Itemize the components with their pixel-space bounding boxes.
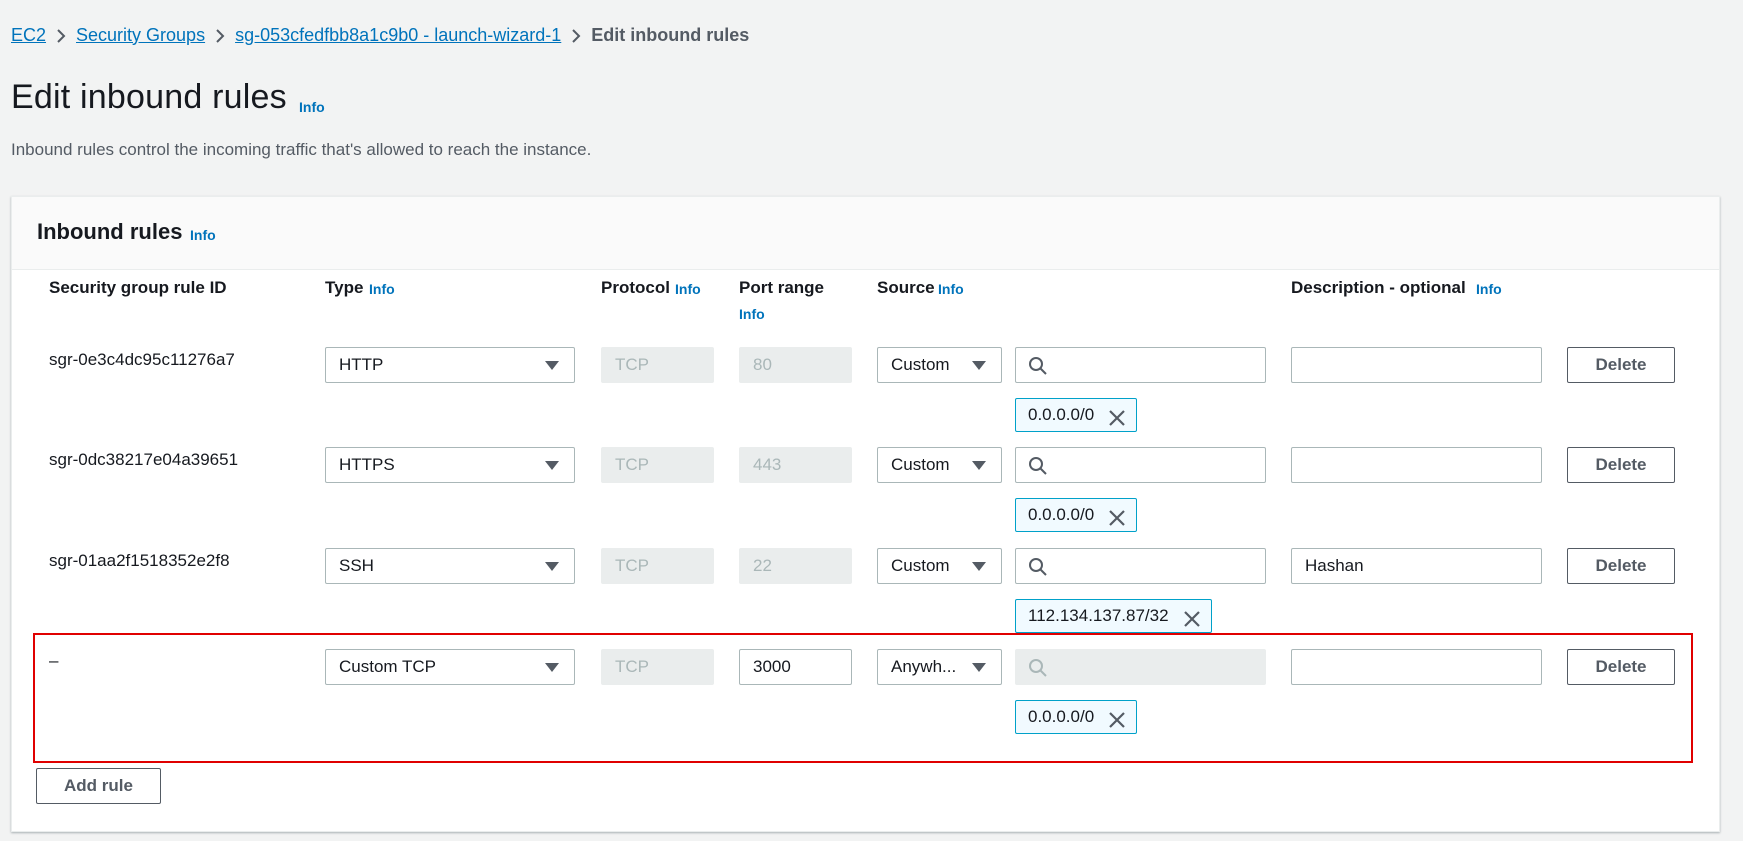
panel-title: Inbound rules [37, 219, 183, 244]
description-input[interactable] [1291, 347, 1542, 383]
caret-down-icon [545, 361, 559, 370]
protocol-field: TCP [601, 447, 714, 483]
type-info-link[interactable]: Info [369, 281, 395, 297]
page-title: Edit inbound rules [11, 78, 287, 116]
breadcrumb-ec2[interactable]: EC2 [11, 25, 46, 46]
type-select[interactable]: HTTP [325, 347, 575, 383]
page-title-info-link[interactable]: Info [299, 99, 325, 115]
breadcrumb-security-groups[interactable]: Security Groups [76, 25, 205, 46]
breadcrumb-security-group[interactable]: sg-053cfedfbb8a1c9b0 - launch-wizard-1 [235, 25, 561, 46]
cidr-token-label: 0.0.0.0/0 [1028, 505, 1095, 524]
type-select-value: HTTPS [339, 455, 395, 474]
description-info-link[interactable]: Info [1476, 281, 1502, 297]
source-select[interactable]: Custom [877, 447, 1002, 483]
caret-down-icon [545, 562, 559, 571]
cidr-token-label: 0.0.0.0/0 [1028, 405, 1095, 424]
panel-info-link[interactable]: Info [190, 227, 216, 243]
description-input[interactable] [1291, 447, 1542, 483]
search-icon [1028, 356, 1048, 381]
search-icon [1028, 557, 1048, 582]
type-select[interactable]: HTTPS [325, 447, 575, 483]
cidr-token: 0.0.0.0/0 [1015, 398, 1138, 432]
type-select[interactable]: SSH [325, 548, 575, 584]
delete-button[interactable]: Delete [1567, 347, 1675, 383]
protocol-field: TCP [601, 347, 714, 383]
rule-id: sgr-01aa2f1518352e2f8 [49, 551, 230, 570]
highlight-box [33, 633, 1693, 763]
column-header-description: Description - optional [1291, 278, 1466, 297]
port-range-field: 443 [739, 447, 852, 483]
caret-down-icon [972, 361, 986, 370]
column-header-rule-id: Security group rule ID [49, 278, 227, 297]
chevron-right-icon [561, 25, 591, 46]
port-range-field: 80 [739, 347, 852, 383]
breadcrumb: EC2 Security Groups sg-053cfedfbb8a1c9b0… [11, 22, 749, 48]
search-icon [1028, 456, 1048, 481]
cidr-search-input[interactable] [1015, 347, 1266, 383]
caret-down-icon [545, 461, 559, 470]
delete-button[interactable]: Delete [1567, 548, 1675, 584]
cidr-search-input[interactable] [1015, 447, 1266, 483]
column-header-port-range: Port range [739, 278, 825, 297]
type-select-value: HTTP [339, 355, 384, 374]
protocol-field: TCP [601, 548, 714, 584]
protocol-info-link[interactable]: Info [675, 281, 701, 297]
close-icon[interactable] [1108, 406, 1126, 438]
caret-down-icon [972, 562, 986, 571]
cidr-token: 112.134.137.87/32 [1015, 599, 1212, 633]
page-description: Inbound rules control the incoming traff… [11, 140, 592, 159]
source-select[interactable]: Custom [877, 548, 1002, 584]
caret-down-icon [972, 461, 986, 470]
panel-header: Inbound rules Info [12, 197, 1719, 270]
chevron-right-icon [205, 25, 235, 46]
source-select-value: Custom [891, 556, 950, 575]
cidr-token-label: 112.134.137.87/32 [1028, 606, 1169, 625]
source-select-value: Custom [891, 455, 950, 474]
add-rule-button[interactable]: Add rule [36, 768, 161, 804]
port-range-field: 22 [739, 548, 852, 584]
delete-button[interactable]: Delete [1567, 447, 1675, 483]
source-select[interactable]: Custom [877, 347, 1002, 383]
type-select-value: SSH [339, 556, 374, 575]
breadcrumb-current: Edit inbound rules [591, 24, 750, 45]
chevron-right-icon [46, 25, 76, 46]
column-header-source: Source [877, 278, 935, 297]
rule-id: sgr-0dc38217e04a39651 [49, 450, 239, 469]
column-header-protocol: Protocol [601, 278, 670, 297]
description-input[interactable]: Hashan [1291, 548, 1542, 584]
source-info-link[interactable]: Info [938, 281, 964, 297]
close-icon[interactable] [1108, 506, 1126, 538]
port-range-info-link[interactable]: Info [739, 306, 765, 322]
rule-id: sgr-0e3c4dc95c11276a7 [49, 350, 235, 369]
column-header-type: Type [325, 278, 364, 297]
cidr-search-input[interactable] [1015, 548, 1266, 584]
cidr-token: 0.0.0.0/0 [1015, 498, 1138, 532]
source-select-value: Custom [891, 355, 950, 374]
